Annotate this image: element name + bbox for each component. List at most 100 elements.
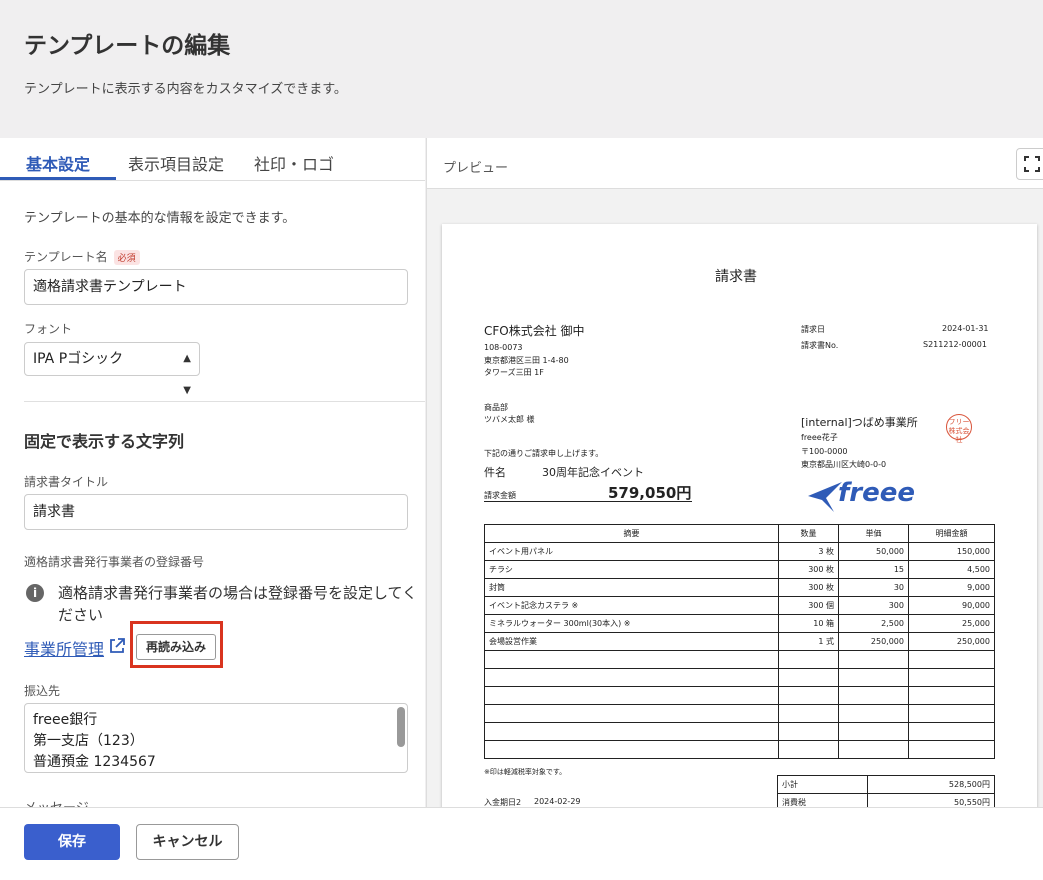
- tab-display-items[interactable]: 表示項目設定: [128, 151, 224, 175]
- due-date: 2024-02-29: [534, 797, 581, 806]
- table-cell: [484, 668, 779, 687]
- font-select[interactable]: IPA Pゴシック ▲ ▼: [24, 342, 200, 396]
- table-cell: 250,000: [838, 632, 909, 651]
- fixed-strings-title: 固定で表示する文字列: [24, 432, 185, 451]
- table-cell: 1 式: [778, 632, 839, 651]
- fullscreen-button[interactable]: [1016, 148, 1043, 180]
- subtotal-value: 528,500円: [866, 775, 996, 794]
- issue-date: 2024-01-31: [942, 324, 989, 333]
- preview-panel: プレビュー 請求書 CFO株式会社 御中 108-0073 東京都港区三田 1-…: [426, 138, 1043, 807]
- client-name: CFO株式会社 御中: [484, 324, 585, 338]
- table-cell: [908, 740, 995, 759]
- invoice-title: 請求書: [715, 269, 757, 285]
- transfer-line: freee銀行: [33, 712, 98, 728]
- table-row: 会場設営作業 1 式 250,000 250,000: [484, 632, 995, 651]
- sender-name: [internal]つばめ事業所: [801, 416, 918, 429]
- template-name-label-text: テンプレート名: [24, 250, 108, 264]
- table-cell: 300: [838, 596, 909, 615]
- freee-logo-text: freee: [838, 478, 916, 508]
- intro-text: 下記の通りご請求申し上げます。: [484, 449, 604, 458]
- client-address1: 東京都港区三田 1-4-80: [484, 356, 569, 365]
- company-stamp: フリー 株式会社: [946, 414, 972, 444]
- reduced-tax-note: ※印は軽減税率対象です。: [484, 768, 567, 776]
- transfer-textarea[interactable]: freee銀行 第一支店（123） 普通預金 1234567: [24, 703, 408, 773]
- info-icon: i: [26, 584, 44, 602]
- settings-panel: 基本設定 表示項目設定 社印・ロゴ テンプレートの基本的な情報を設定できます。 …: [0, 138, 425, 807]
- table-cell: 300 枚: [778, 578, 839, 597]
- tab-bar: 基本設定 表示項目設定 社印・ロゴ: [0, 138, 425, 181]
- table-cell: 30: [838, 578, 909, 597]
- table-cell: イベント用パネル: [484, 542, 779, 561]
- table-row: [484, 722, 995, 741]
- invoice-title-label: 請求書タイトル: [24, 475, 109, 489]
- font-label: フォント: [24, 322, 73, 336]
- table-cell: [838, 722, 909, 741]
- external-link-icon[interactable]: [108, 637, 126, 655]
- invoice-items-table: 摘要 数量 単価 明細金額 イベント用パネル 3 枚 50,000 150,000 チラ…: [484, 524, 995, 759]
- tab-basic-settings[interactable]: 基本設定: [26, 151, 90, 175]
- table-cell: [908, 668, 995, 687]
- table-header: 摘要: [484, 524, 779, 543]
- table-cell: ミネラルウォーター 300ml(30本入) ※: [484, 614, 779, 633]
- preview-header: プレビュー: [427, 138, 1043, 189]
- table-cell: 90,000: [908, 596, 995, 615]
- template-name-input[interactable]: 適格請求書テンプレート: [24, 269, 408, 305]
- table-cell: 300 枚: [778, 560, 839, 579]
- table-cell: [484, 650, 779, 669]
- section-divider: [24, 401, 425, 402]
- table-cell: イベント記念カステラ ※: [484, 596, 779, 615]
- table-cell: [908, 686, 995, 705]
- sender-postal: 〒100-0000: [801, 447, 848, 456]
- subtotal-label: 小計: [777, 775, 868, 794]
- transfer-line: 第一支店（123）: [33, 733, 144, 749]
- table-row: イベント用パネル 3 枚 50,000 150,000: [484, 542, 995, 561]
- amount-value: 579,050円: [608, 484, 692, 502]
- table-cell: [908, 722, 995, 741]
- office-management-link[interactable]: 事業所管理: [24, 636, 104, 660]
- font-select-value: IPA Pゴシック: [33, 351, 124, 367]
- transfer-line: 普通預金 1234567: [33, 754, 156, 770]
- cancel-button[interactable]: キャンセル: [136, 824, 239, 860]
- reload-button[interactable]: 再読み込み: [136, 634, 216, 660]
- tax-label: 消費税: [777, 793, 868, 807]
- table-row: イベント記念カステラ ※ 300 個 300 90,000: [484, 596, 995, 615]
- tab-stamp-logo[interactable]: 社印・ロゴ: [254, 151, 334, 175]
- invoice-preview: 請求書 CFO株式会社 御中 108-0073 東京都港区三田 1-4-80 タ…: [442, 224, 1037, 807]
- freee-logo: freee: [804, 476, 916, 516]
- table-cell: [778, 740, 839, 759]
- table-cell: 2,500: [838, 614, 909, 633]
- table-cell: [484, 740, 779, 759]
- table-row: チラシ 300 枚 15 4,500: [484, 560, 995, 579]
- client-postal: 108-0073: [484, 343, 523, 352]
- subject-value: 30周年記念イベント: [542, 466, 644, 479]
- save-button[interactable]: 保存: [24, 824, 120, 860]
- message-label: メッセージ: [24, 797, 89, 807]
- preview-title: プレビュー: [443, 161, 509, 176]
- issue-date-label: 請求日: [801, 325, 825, 334]
- amount-label: 請求金額: [484, 491, 516, 500]
- subject-label: 件名: [484, 466, 506, 479]
- table-cell: [838, 704, 909, 723]
- required-badge: 必須: [113, 250, 140, 265]
- table-header: 単価: [838, 524, 909, 543]
- table-row: [484, 686, 995, 705]
- transfer-label: 振込先: [24, 684, 61, 698]
- basic-description: テンプレートの基本的な情報を設定できます。: [24, 211, 296, 226]
- table-cell: 15: [838, 560, 909, 579]
- table-cell: [778, 650, 839, 669]
- table-cell: [838, 686, 909, 705]
- table-cell: [838, 740, 909, 759]
- registration-number-label: 適格請求書発行事業者の登録番号: [24, 555, 205, 569]
- table-cell: 250,000: [908, 632, 995, 651]
- table-cell: [908, 650, 995, 669]
- table-header: 数量: [778, 524, 839, 543]
- table-cell: [838, 650, 909, 669]
- table-cell: [908, 704, 995, 723]
- table-cell: [484, 686, 779, 705]
- textarea-scrollbar[interactable]: [397, 707, 405, 747]
- due-date-label: 入金期日2: [484, 798, 522, 807]
- table-cell: 300 個: [778, 596, 839, 615]
- invoice-title-input[interactable]: 請求書: [24, 494, 408, 530]
- client-department: 商品部: [484, 403, 508, 412]
- tax-value: 50,550円: [866, 793, 996, 807]
